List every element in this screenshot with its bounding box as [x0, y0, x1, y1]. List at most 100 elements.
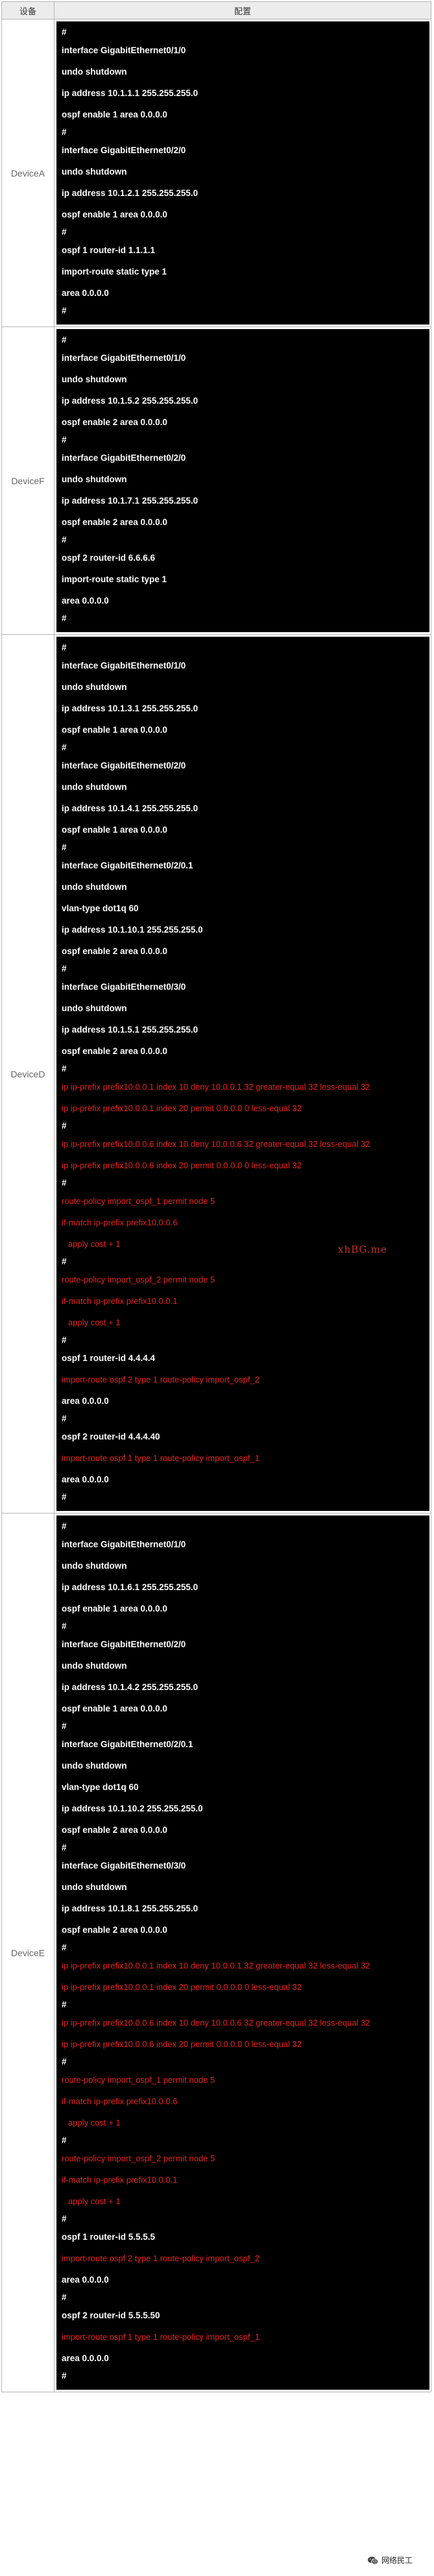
- code-line: area 0.0.0.0: [62, 596, 109, 606]
- device-name: DeviceD: [1, 634, 54, 1514]
- device-name: DeviceA: [1, 19, 54, 327]
- config-cell: # interface GigabitEthernet0/1/0 undo shut…: [54, 634, 431, 1514]
- code-separator: #: [62, 2135, 67, 2145]
- device-name: DeviceF: [1, 326, 54, 635]
- code-line: undo shutdown: [62, 1882, 127, 1892]
- code-line: import-route ospf 2 type 1 route-policy …: [62, 2253, 259, 2263]
- code-line: ip address 10.1.1.1 255.255.255.0: [62, 88, 199, 98]
- code-block: # interface GigabitEthernet0/1/0 undo shut…: [56, 637, 429, 1511]
- code-line: ip address 10.1.5.2 255.255.255.0: [62, 396, 199, 406]
- code-separator: #: [62, 964, 67, 974]
- code-line: ip address 10.1.6.1 255.255.255.0: [62, 1582, 199, 1592]
- code-line: ip ip-prefix prefix10.0.0.1 index 20 per…: [62, 1982, 302, 1992]
- code-separator: #: [62, 127, 67, 137]
- code-line: undo shutdown: [62, 474, 127, 484]
- code-separator: #: [62, 613, 67, 623]
- code-line: ip address 10.1.8.1 255.255.255.0: [62, 1904, 199, 1913]
- table-header-row: 设备 配置: [1, 1, 431, 19]
- code-line: ip ip-prefix prefix10.0.0.1 index 10 den…: [62, 1082, 370, 1092]
- code-line: ip address 10.1.2.1 255.255.255.0: [62, 188, 199, 198]
- code-line: ip ip-prefix prefix10.0.0.1 index 10 den…: [62, 1961, 370, 1970]
- code-separator: #: [62, 1121, 67, 1131]
- code-line: undo shutdown: [62, 682, 127, 692]
- code-separator: #: [62, 1843, 67, 1852]
- device-row-devicee: DeviceE # interface GigabitEthernet0/1/0 un…: [1, 1513, 431, 2392]
- code-separator: #: [62, 1492, 67, 1502]
- code-line: interface GigabitEthernet0/2/0: [62, 145, 186, 155]
- code-separator: #: [62, 535, 67, 545]
- code-line: interface GigabitEthernet0/1/0: [62, 661, 186, 670]
- code-line: interface GigabitEthernet0/3/0: [62, 1861, 186, 1871]
- code-line: area 0.0.0.0: [62, 288, 109, 298]
- code-line: interface GigabitEthernet0/2/0: [62, 761, 186, 770]
- code-line: interface GigabitEthernet0/2/0: [62, 1639, 186, 1649]
- code-line: interface GigabitEthernet0/3/0: [62, 982, 186, 992]
- code-separator: #: [62, 435, 67, 445]
- code-line: undo shutdown: [62, 882, 127, 892]
- code-line: if-match ip-prefix prefix10.0.0.6: [62, 2096, 178, 2106]
- code-separator: #: [62, 1257, 67, 1266]
- code-separator: #: [62, 2057, 67, 2067]
- code-line: undo shutdown: [62, 67, 127, 77]
- code-line: vlan-type dot1q 60: [62, 1782, 139, 1792]
- header-device: 设备: [1, 1, 54, 19]
- code-line: ospf 1 router-id 1.1.1.1: [62, 245, 156, 255]
- code-line: ip address 10.1.10.1 255.255.255.0: [62, 925, 203, 935]
- code-line: ospf enable 2 area 0.0.0.0: [62, 1046, 167, 1056]
- table-body: DeviceA # interface GigabitEthernet0/1/0 un…: [1, 19, 431, 2392]
- code-line: route-policy import_ospf_2 permit node 5: [62, 1275, 215, 1284]
- code-line: ip ip-prefix prefix10.0.0.6 index 20 per…: [62, 2039, 302, 2049]
- code-separator: #: [62, 1064, 67, 1073]
- code-line: area 0.0.0.0: [62, 1396, 109, 1406]
- code-line: ip address 10.1.10.2 255.255.255.0: [62, 1804, 203, 1813]
- code-line: interface GigabitEthernet0/2/0.1: [62, 861, 193, 870]
- code-separator: #: [62, 2214, 67, 2224]
- code-line: ip address 10.1.5.1 255.255.255.0: [62, 1025, 199, 1035]
- code-line: ospf enable 1 area 0.0.0.0: [62, 725, 167, 735]
- wechat-icon: [368, 2556, 379, 2564]
- code-line: ospf enable 2 area 0.0.0.0: [62, 946, 167, 956]
- code-line: ospf enable 2 area 0.0.0.0: [62, 1825, 167, 1835]
- code-line: apply cost + 1: [68, 2196, 121, 2206]
- code-line: route-policy import_ospf_2 permit node 5: [62, 2153, 215, 2163]
- code-separator: #: [62, 1943, 67, 1952]
- code-separator: #: [62, 227, 67, 237]
- device-row-devicef: DeviceF # interface GigabitEthernet0/1/0 un…: [1, 326, 431, 635]
- code-separator: #: [62, 1178, 67, 1188]
- code-line: ospf enable 2 area 0.0.0.0: [62, 417, 167, 427]
- code-separator: #: [62, 1721, 67, 1731]
- code-block: # interface GigabitEthernet0/1/0 undo shut…: [56, 329, 429, 632]
- code-separator: #: [62, 2000, 67, 2009]
- code-line: import-route ospf 2 type 1 route-policy …: [62, 1375, 259, 1384]
- config-cell: # interface GigabitEthernet0/1/0 undo shut…: [54, 326, 431, 635]
- code-line: area 0.0.0.0: [62, 2275, 109, 2285]
- code-line: route-policy import_ospf_1 permit node 5: [62, 1196, 215, 1206]
- code-line: if-match ip-prefix prefix10.0.0.1: [62, 1296, 178, 1306]
- code-line: undo shutdown: [62, 1761, 127, 1771]
- code-line: area 0.0.0.0: [62, 1475, 109, 1484]
- device-row-devicea: DeviceA # interface GigabitEthernet0/1/0 un…: [1, 19, 431, 327]
- brand-footer: 网络民工: [367, 2555, 413, 2566]
- code-separator: #: [62, 306, 67, 315]
- code-line: ip address 10.1.7.1 255.255.255.0: [62, 496, 199, 506]
- code-line: import-route static type 1: [62, 267, 167, 276]
- code-line: ospf enable 1 area 0.0.0.0: [62, 1704, 167, 1713]
- config-table: 设备 配置 DeviceA # interface GigabitEthernet0…: [1, 1, 431, 2392]
- code-separator: #: [62, 1521, 67, 1531]
- code-line: interface GigabitEthernet0/2/0.1: [62, 1739, 193, 1749]
- code-separator: #: [62, 2292, 67, 2302]
- code-separator: #: [62, 335, 67, 345]
- brand-name: 网络民工: [381, 2556, 413, 2565]
- code-line: undo shutdown: [62, 374, 127, 384]
- code-separator: #: [62, 2371, 67, 2381]
- code-separator: #: [62, 842, 67, 852]
- header-config: 配置: [54, 1, 431, 19]
- code-line: undo shutdown: [62, 167, 127, 177]
- code-line: ospf enable 1 area 0.0.0.0: [62, 210, 167, 219]
- code-line: if-match ip-prefix prefix10.0.0.6: [62, 1218, 178, 1227]
- code-line: interface GigabitEthernet0/1/0: [62, 1539, 186, 1549]
- code-separator: #: [62, 1621, 67, 1631]
- code-line: undo shutdown: [62, 1661, 127, 1671]
- code-line: import-route static type 1: [62, 574, 167, 584]
- code-line: ospf enable 1 area 0.0.0.0: [62, 110, 167, 119]
